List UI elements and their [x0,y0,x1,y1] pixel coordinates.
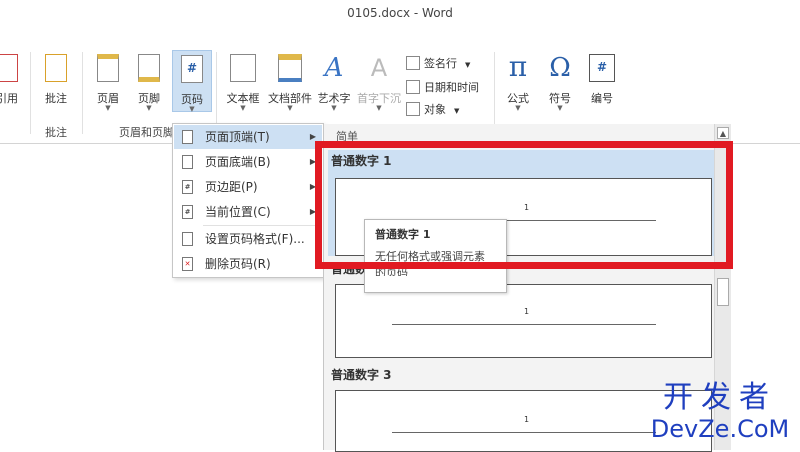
calendar-icon [406,80,420,94]
chevron-down-icon: ▼ [240,104,246,112]
object-icon [406,102,420,116]
textbox-button[interactable]: 文本框 ▼ [224,50,262,112]
omega-icon: Ω [549,53,571,83]
menu-item-bottom-of-page[interactable]: 页面底端(B) ▶ [174,150,322,174]
gallery-item-preview: 1 [335,284,712,358]
format-icon [182,232,193,246]
chevron-down-icon: ▼ [105,104,111,112]
menu-separator [203,225,321,226]
watermark-text-cn: 开发者 [663,380,777,415]
header-line [392,432,656,433]
date-time-button[interactable]: 日期和时间 [406,78,479,98]
remove-icon: ✕ [182,257,193,271]
citation-button[interactable]: 引用 [0,50,24,112]
footer-button[interactable]: 页脚 ▼ [131,50,167,112]
wordart-icon: A [323,53,345,83]
signature-icon [406,56,420,70]
page-bottom-icon [182,155,193,169]
menu-item-current-position[interactable]: # 当前位置(C) ▶ [174,200,322,224]
quick-parts-icon [278,54,302,82]
citation-icon [0,54,18,82]
drop-cap-button[interactable]: A 首字下沉 ▼ [357,50,401,112]
watermark: 开发者 DevZe.CoM [640,380,800,450]
window-title: 0105.docx - Word [347,6,453,20]
group-separator [216,52,217,134]
chevron-down-icon: ▼ [146,104,152,112]
scroll-thumb[interactable] [717,278,729,306]
comment-button[interactable]: 批注 [38,50,74,112]
highlight-annotation-box [315,141,733,269]
comment-icon [45,54,67,82]
chevron-down-icon: ▼ [189,105,195,113]
gallery-item-title: 普通数字 3 [331,368,392,382]
chevron-down-icon: ▼ [376,104,382,112]
wordart-button[interactable]: A 艺术字 ▼ [315,50,353,112]
menu-item-format-page-numbers[interactable]: 设置页码格式(F)... [174,227,322,251]
header-line [392,324,656,325]
numbering-button[interactable]: # 编号 [584,50,620,112]
symbol-button[interactable]: Ω 符号 ▼ [542,50,578,112]
header-icon [97,54,119,82]
header-button[interactable]: 页眉 ▼ [90,50,126,112]
page-margin-icon: # [182,180,193,194]
chevron-down-icon: ▼ [515,104,521,112]
group-label-header-footer: 页眉和页脚 [119,126,174,139]
page-number-menu: 页面顶端(T) ▶ 页面底端(B) ▶ # 页边距(P) ▶ # 当前位置(C)… [172,123,324,278]
chevron-down-icon: ▼ [454,107,460,115]
menu-item-top-of-page[interactable]: 页面顶端(T) ▶ [174,125,322,149]
page-number-sample: 1 [524,415,530,424]
chevron-down-icon: ▼ [465,61,471,69]
current-position-icon: # [182,205,193,219]
chevron-down-icon: ▼ [331,104,337,112]
page-number-sample: 1 [524,307,530,316]
scroll-up-icon[interactable]: ▲ [717,127,729,139]
numbering-icon: # [589,54,615,82]
object-button[interactable]: 对象 ▼ [406,100,459,120]
group-separator [82,52,83,134]
textbox-icon [230,54,256,82]
drop-cap-icon: A [368,54,390,82]
equation-button[interactable]: π 公式 ▼ [500,50,536,112]
chevron-down-icon: ▼ [287,104,293,112]
footer-icon [138,54,160,82]
chevron-down-icon: ▼ [557,104,563,112]
pi-icon: π [507,50,529,83]
group-separator [30,52,31,134]
title-bar: 0105.docx - Word [0,0,800,28]
signature-line-button[interactable]: 签名行 ▼ [406,54,470,74]
menu-item-remove-page-numbers[interactable]: ✕ 删除页码(R) [174,252,322,276]
page-number-icon: # [181,55,203,83]
page-top-icon [182,130,193,144]
quick-parts-button[interactable]: 文档部件 ▼ [268,50,312,112]
page-number-button[interactable]: # 页码 ▼ [172,50,212,113]
watermark-text-en: DevZe.CoM [650,415,790,443]
group-label-comments: 批注 [45,126,67,139]
menu-item-page-margins[interactable]: # 页边距(P) ▶ [174,175,322,199]
